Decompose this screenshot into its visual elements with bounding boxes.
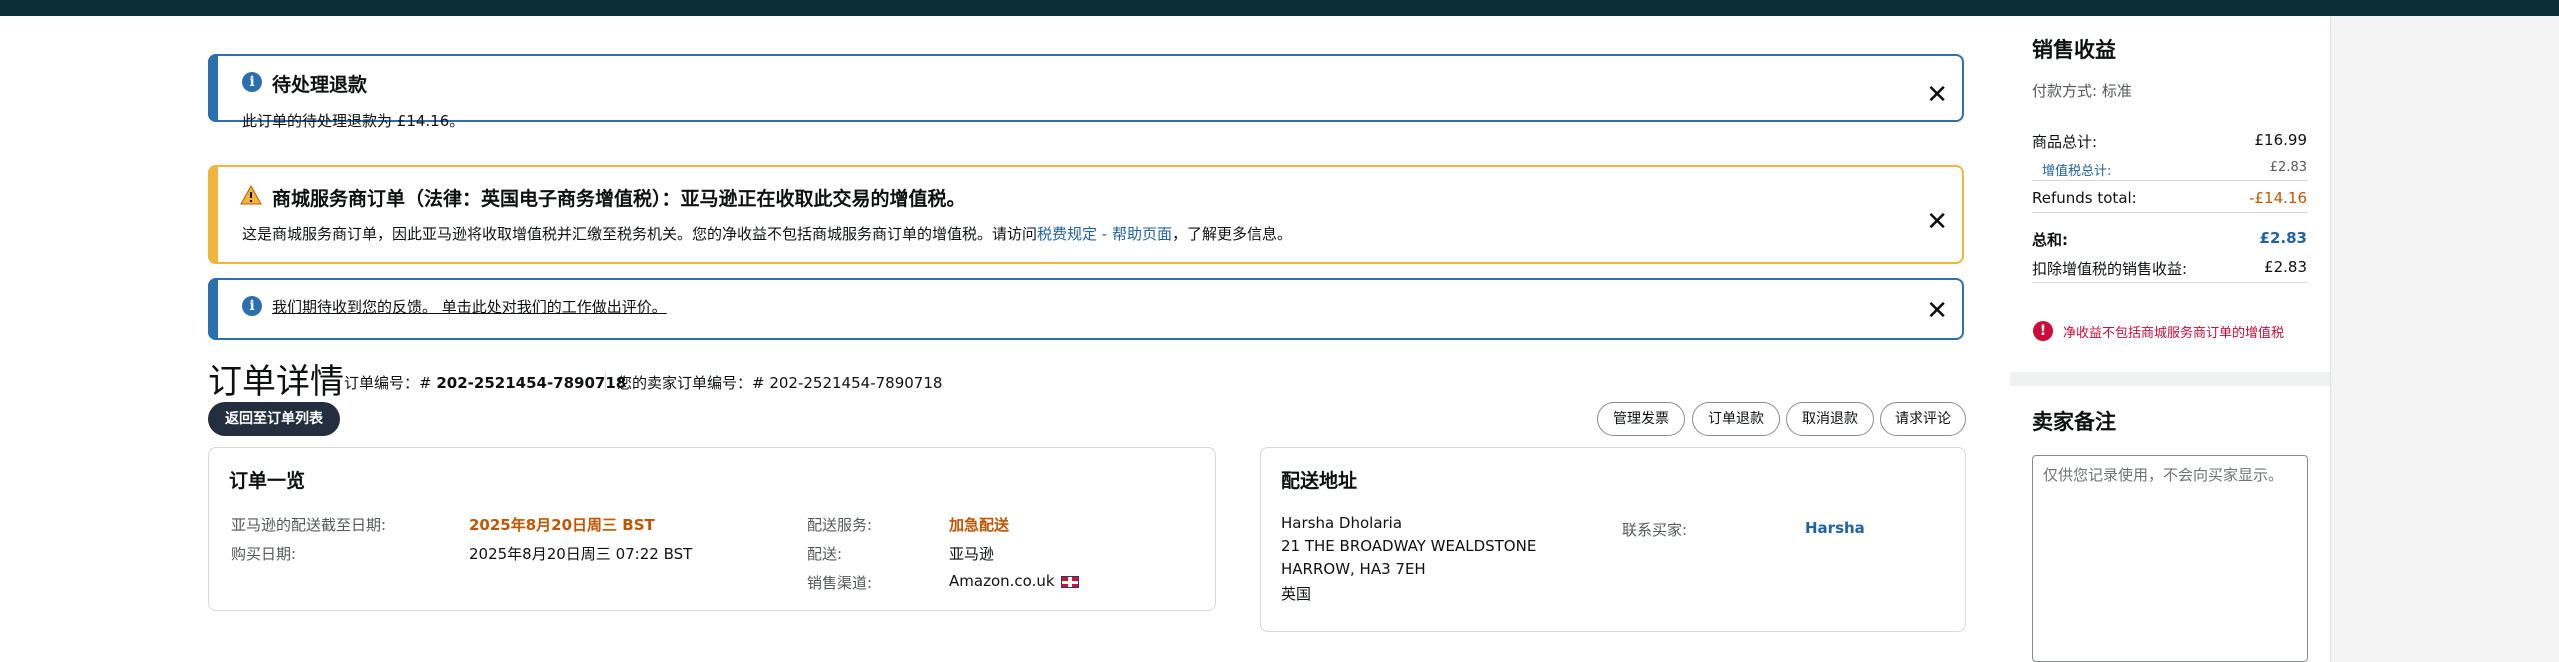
refund-order-button[interactable]: 订单退款 [1692,402,1780,436]
order-number-label: 订单编号：# [344,374,437,392]
address-line-1: 21 THE BROADWAY WEALDSTONE [1281,537,1537,555]
sales-channel-value: Amazon.co.uk [949,572,1079,590]
alert-body-text-suffix: ，了解更多信息。 [1171,225,1292,243]
close-icon[interactable]: ✕ [1926,298,1948,324]
sales-channel-label: 销售渠道: [807,574,873,592]
warning-icon [240,185,262,205]
divider [2032,180,2308,181]
grand-total-value: £2.83 [2259,229,2307,247]
fulfillment-value: 亚马逊 [949,545,995,563]
close-icon[interactable]: ✕ [1926,209,1948,235]
shipping-service-label: 配送服务: [807,516,873,534]
order-number: 订单编号：# 202-2521454-7890718 [344,372,626,393]
order-summary-card: 订单一览 亚马逊的配送截至日期: 2025年8月20日周三 BST 购买日期: … [208,447,1216,611]
alert-title: 待处理退款 [272,74,368,96]
uk-flag-icon [1060,575,1079,588]
divider [605,371,606,391]
info-icon: i [242,296,262,316]
net-proceeds-value: £2.83 [2264,258,2307,276]
ship-by-value: 2025年8月20日周三 BST [469,516,655,534]
close-icon[interactable]: ✕ [1926,82,1948,108]
right-margin [2330,16,2559,662]
alert-title: 商城服务商订单（法律：英国电子商务增值税）：亚马逊正在收取此交易的增值税。 [272,188,966,210]
pending-refund-alert: i 待处理退款 此订单的待处理退款为 £14.16。 ✕ [208,54,1964,130]
recipient-name: Harsha Dholaria [1281,514,1403,532]
alert-accent-bar [208,54,218,122]
alert-body-text: 这是商城服务商订单，因此亚马逊将收取增值税并汇缴至税务机关。您的净收益不包括商城… [242,225,1038,243]
back-to-orders-button[interactable]: 返回至订单列表 [208,402,340,436]
contact-buyer-label: 联系买家: [1622,521,1688,539]
fulfillment-label: 配送: [807,545,843,563]
divider [2032,212,2308,213]
address-line-2: HARROW, HA3 7EH [1281,560,1426,578]
purchase-date-value: 2025年8月20日周三 07:22 BST [469,545,693,563]
alert-body: 这是商城服务商订单，因此亚马逊将收取增值税并汇缴至税务机关。您的净收益不包括商城… [242,223,1292,244]
items-total-value: £16.99 [2254,131,2308,149]
payment-method: 付款方式: 标准 [2032,82,2132,100]
error-icon: ! [2033,321,2053,341]
seller-order-value: 202-2521454-7890718 [769,374,943,392]
card-title: 订单一览 [229,470,306,492]
vat-total-label: 增值税总计: [2042,164,2112,179]
contact-buyer-link[interactable]: Harsha [1805,519,1865,537]
top-navigation-bar [0,0,2559,16]
manage-invoice-button[interactable]: 管理发票 [1597,402,1685,436]
vat-notice: 净收益不包括商城服务商订单的增值税 [2063,326,2285,341]
alert-body: 此订单的待处理退款为 £14.16。 [242,112,465,130]
seller-notes-input[interactable] [2032,455,2308,662]
vat-warning-alert: 商城服务商订单（法律：英国电子商务增值税）：亚马逊正在收取此交易的增值税。 这是… [208,165,1964,264]
grand-total-label: 总和: [2032,231,2068,249]
items-total-label: 商品总计: [2032,133,2098,151]
vat-total-value: £2.83 [2269,160,2307,175]
divider [2032,282,2308,283]
alert-accent-bar [208,278,218,340]
address-country: 英国 [1281,585,1312,603]
tax-policy-help-link[interactable]: 税费规定 - 帮助页面 [1037,225,1172,243]
net-proceeds-label: 扣除增值税的销售收益: [2032,260,2188,278]
feedback-link[interactable]: 我们期待收到您的反馈。 单击此处对我们的工作做出评价。 [272,296,667,317]
seller-order-number: 您的卖家订单编号：# 202-2521454-7890718 [617,372,942,393]
shipping-service-value: 加急配送 [949,516,1010,534]
refunds-total-value: -£14.16 [2249,189,2307,207]
cancel-refund-button[interactable]: 取消退款 [1786,402,1874,436]
purchase-date-label: 购买日期: [231,545,297,563]
shipping-address-card: 配送地址 Harsha Dholaria 21 THE BROADWAY WEA… [1260,447,1966,632]
revenue-title: 销售收益 [2032,38,2116,62]
order-number-value: 202-2521454-7890718 [436,374,627,392]
seller-notes-title: 卖家备注 [2032,410,2116,434]
page-title: 订单详情 [208,362,344,402]
feedback-alert: i 我们期待收到您的反馈。 单击此处对我们的工作做出评价。 ✕ [208,278,1964,340]
seller-order-label: 您的卖家订单编号：# [617,374,770,392]
panel-divider [2010,372,2330,386]
request-review-button[interactable]: 请求评论 [1880,402,1966,436]
refunds-total-label: Refunds total: [2032,189,2137,207]
info-icon: i [242,72,262,92]
ship-by-label: 亚马逊的配送截至日期: [231,516,387,534]
sales-channel-text: Amazon.co.uk [949,572,1055,590]
card-title: 配送地址 [1281,470,1358,492]
alert-accent-bar [208,165,218,264]
